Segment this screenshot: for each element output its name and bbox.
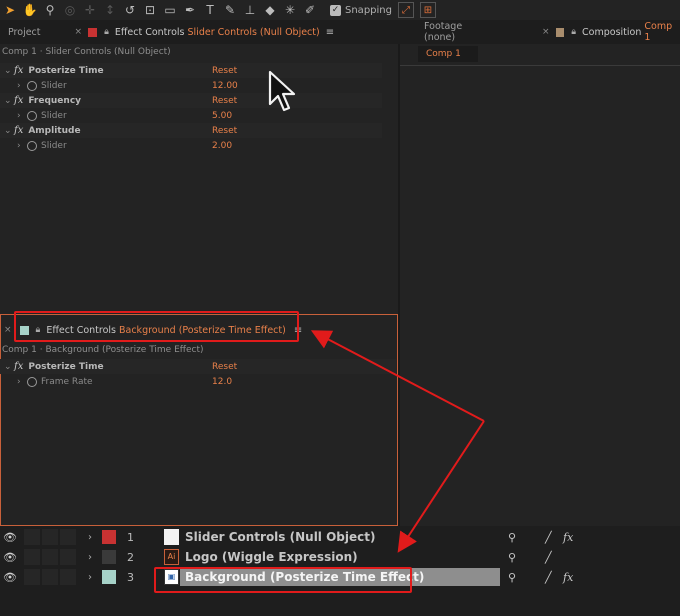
annotation-arrow <box>310 330 485 553</box>
